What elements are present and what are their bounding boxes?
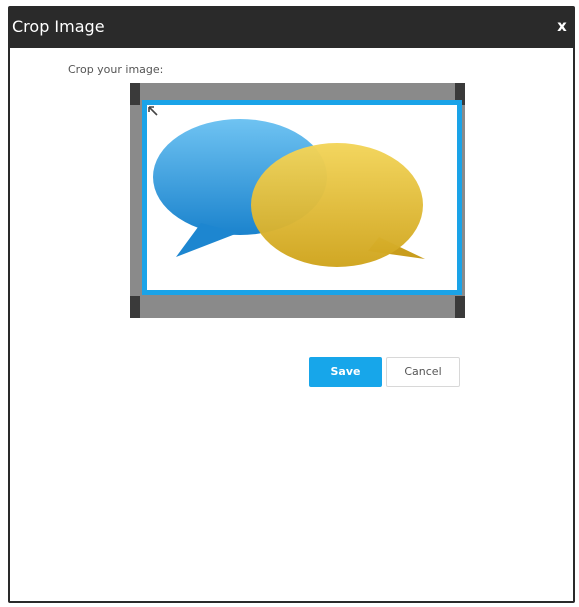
cancel-button[interactable]: Cancel [386,357,460,387]
crop-image-dialog: Crop Image x Crop your image: Save Cance… [8,6,575,603]
save-button[interactable]: Save [309,357,382,387]
crop-corner-bottom-right [455,296,465,318]
crop-corner-top-left [130,83,140,105]
chat-bubbles-image [148,106,425,267]
crop-prompt: Crop your image: [68,63,164,76]
crop-selection[interactable] [142,100,462,295]
close-icon[interactable]: x [555,17,569,35]
resize-handle-icon[interactable] [148,106,158,116]
dialog-titlebar: Crop Image x [8,6,575,48]
yellow-speech-bubble [251,143,423,267]
crop-corner-bottom-left [130,296,140,318]
dialog-body: Crop your image: Save Cancel [10,48,573,601]
dialog-title: Crop Image [12,17,105,36]
